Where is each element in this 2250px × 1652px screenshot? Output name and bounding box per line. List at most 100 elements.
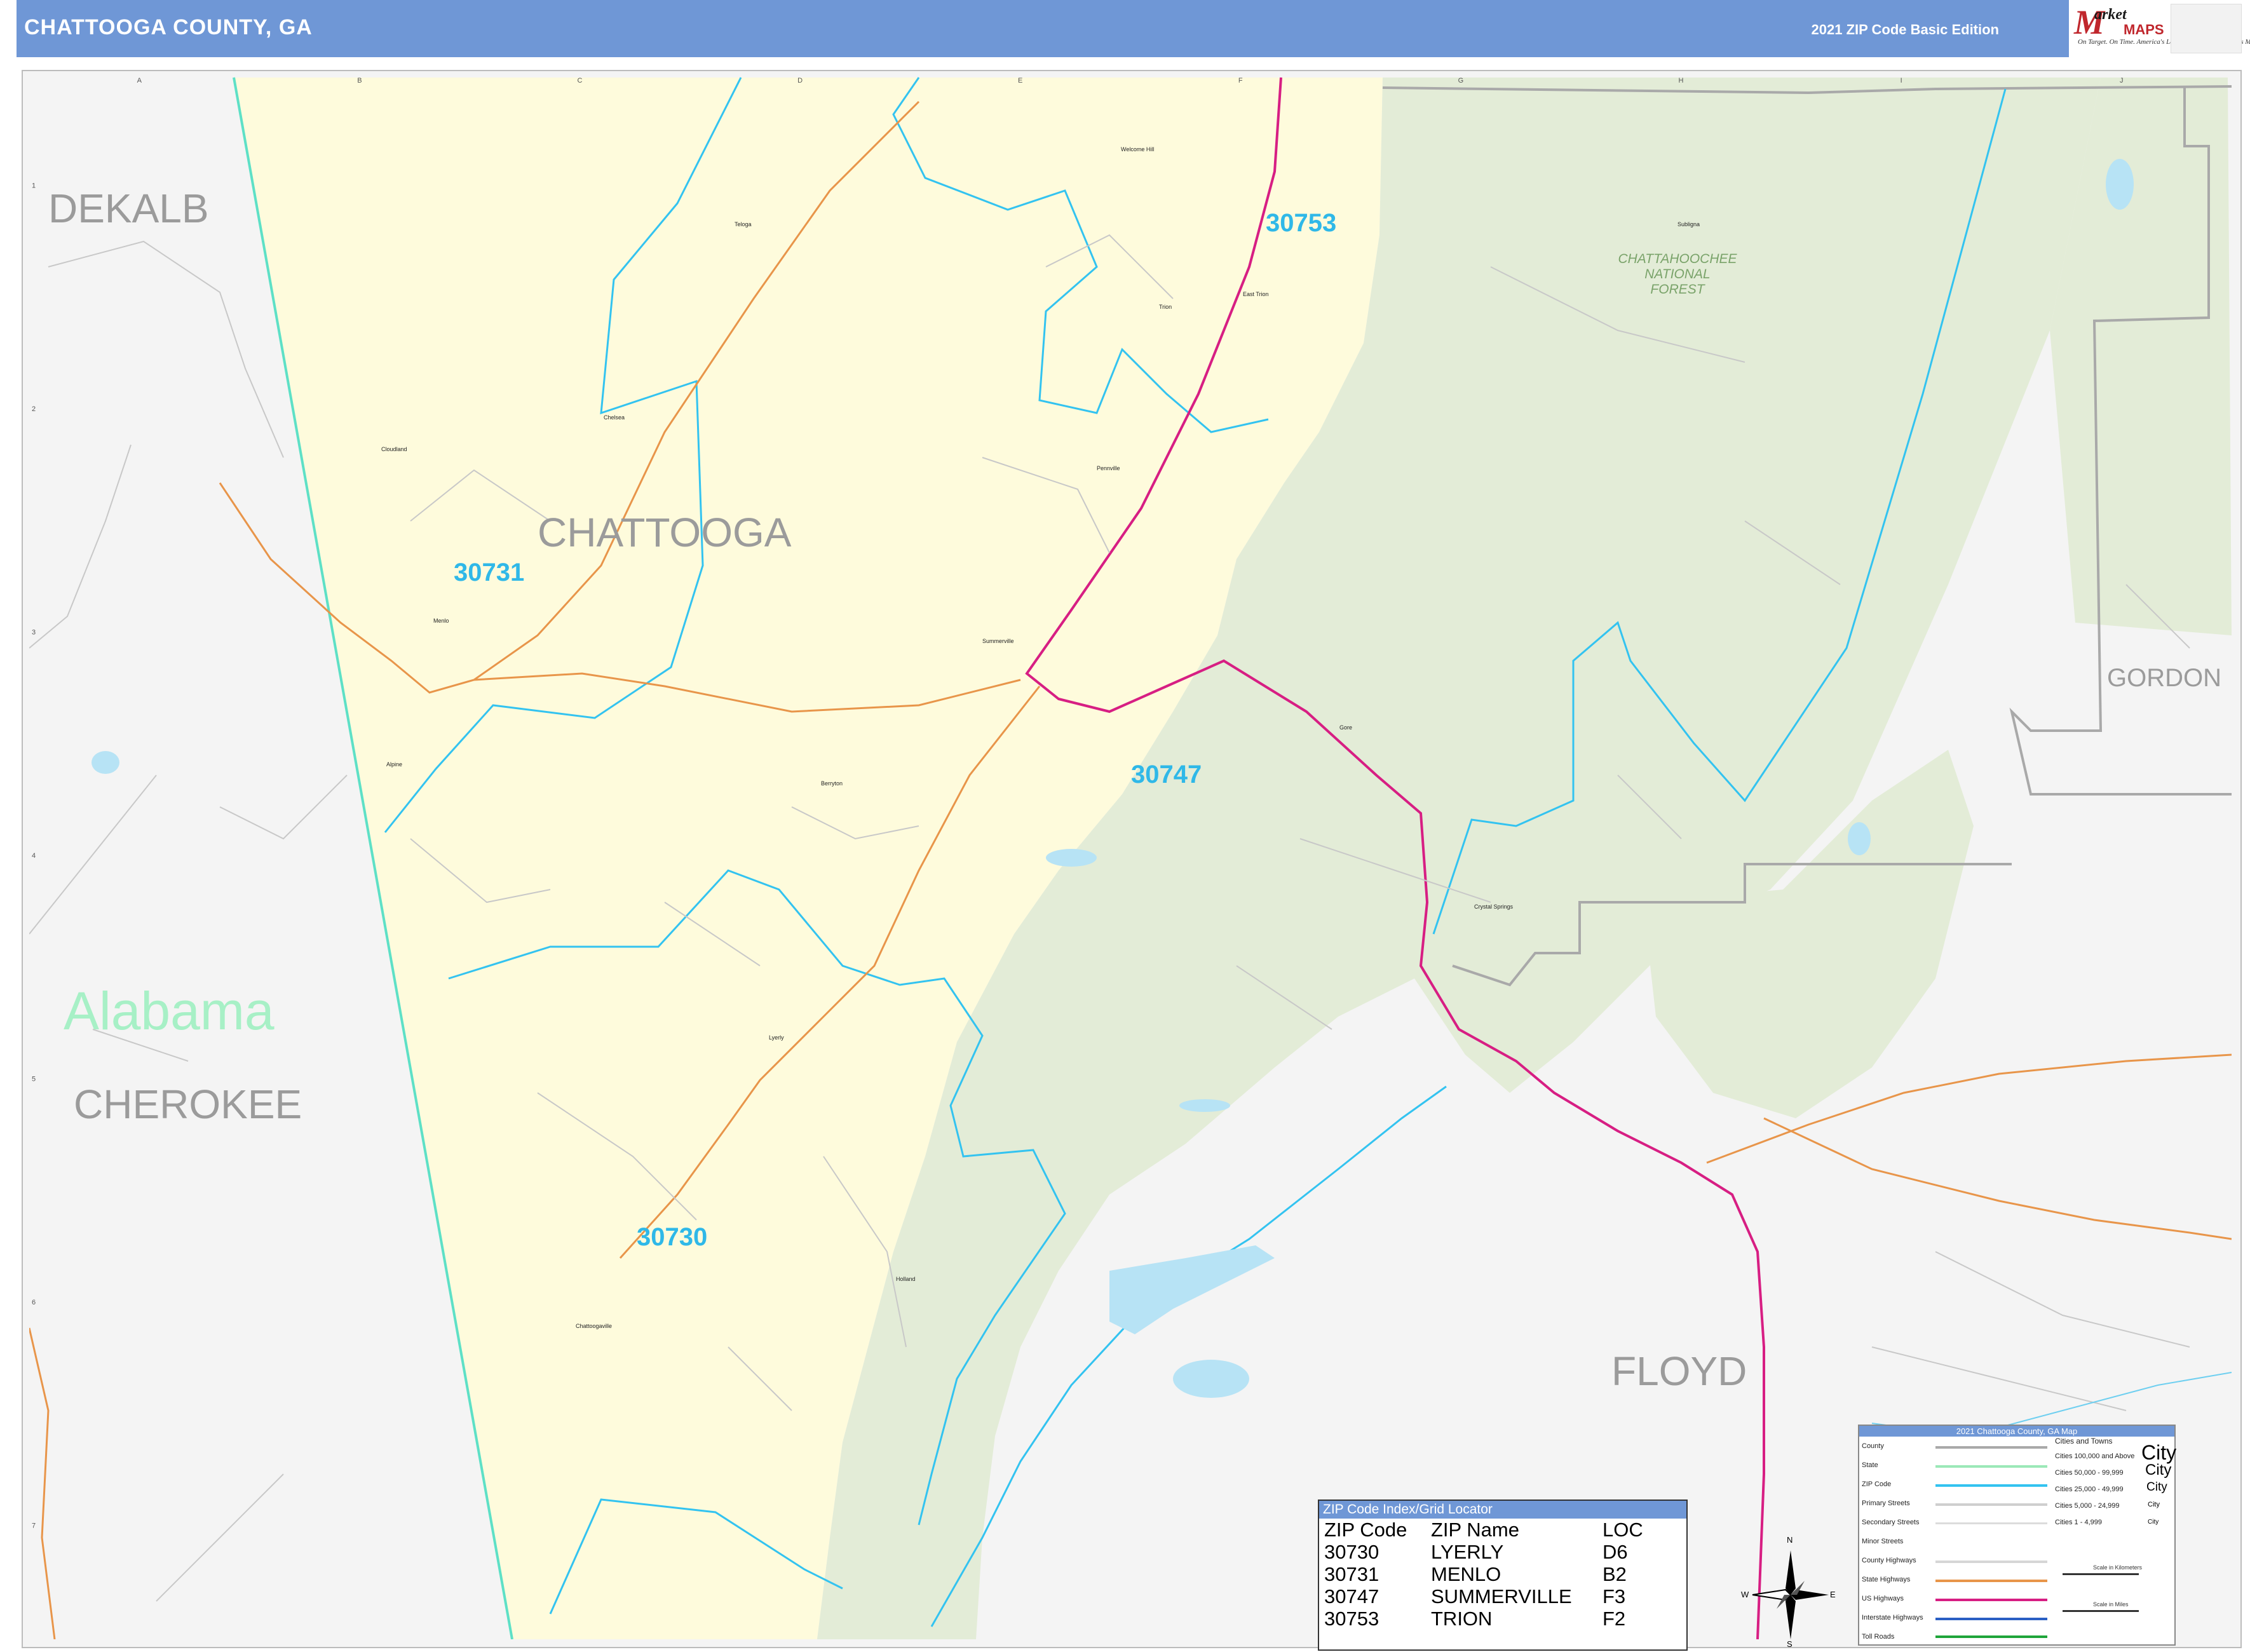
town-subligna: Subligna [1677,221,1700,227]
lake-large [1173,1360,1249,1398]
zip-code-cell: 30753 [1324,1608,1379,1630]
town-pennville: Pennville [1097,465,1120,471]
forest-label-line-3: FOREST [1650,282,1705,297]
legend-swatch-state-hwy [1935,1580,2047,1582]
zip-code-cell: 30730 [1324,1541,1379,1563]
legend-item-state-highways: State Highways [1862,1576,1911,1583]
legend-swatch-interstate [1935,1618,2047,1620]
town-alpine: Alpine [386,761,402,768]
legend-swatch-county-hwy [1935,1561,2047,1563]
grid-row-label: 7 [32,1522,36,1529]
zip-name-cell: SUMMERVILLE [1431,1585,1572,1608]
grid-column-label: D [797,77,803,85]
map-svg[interactable]: A B C D E F G H I J 1 2 3 4 5 6 7 DEKALB CHATTOOGA CHERO… [29,76,2232,1639]
legend-item-minor-streets: Minor Streets [1862,1538,1904,1545]
legend-item-county-highways: County Highways [1862,1557,1916,1564]
grid-column-label: C [578,77,583,85]
legend-city-sample-4: City [2148,1501,2160,1508]
scale-bar-mi [2063,1610,2139,1612]
legend-item-zip-code: ZIP Code [1862,1480,1892,1488]
town-trion: Trion [1159,304,1172,310]
town-teloga: Teloga [735,221,752,227]
county-label-floyd: FLOYD [1611,1348,1747,1394]
zip-loc-cell: D6 [1603,1541,1628,1563]
zip-label-30747: 30747 [1131,761,1202,789]
legend-swatch-primary [1935,1503,2047,1506]
legend-city-sample-2: City [2145,1461,2172,1479]
grid-row-label: 1 [32,182,36,190]
legend-scale-km: Scale in Kilometers [2093,1564,2143,1571]
compass-w: W [1741,1590,1749,1599]
logo-maps-text: MAPS [2124,22,2164,37]
legend-swatch-state [1935,1465,2047,1468]
lake-forest-east [1848,822,1871,855]
lake-pond [1046,849,1097,867]
legend-title: 2021 Chattooga County, GA Map [1859,1426,2174,1437]
legend-swatch-toll [1935,1635,2047,1638]
table-row[interactable]: 30753 TRION F2 [1322,1608,1646,1630]
legend-scale-mi: Scale in Miles [2093,1601,2129,1608]
scale-bar-km [2063,1573,2139,1575]
grid-row-label: 5 [32,1075,36,1083]
zip-loc-cell: F2 [1603,1608,1626,1630]
zip-index-col-zip: ZIP Code [1324,1519,1407,1541]
legend-item-primary-streets: Primary Streets [1862,1500,1910,1507]
town-holland: Holland [896,1276,916,1282]
zip-code-index-panel: ZIP Code Index/Grid Locator ZIP Code ZIP… [1318,1500,1688,1651]
zip-index-table: ZIP Code ZIP Name LOC 30730 LYERLY D6 30… [1322,1519,1646,1630]
compass-s: S [1787,1639,1793,1649]
zip-label-30753: 30753 [1266,209,1336,237]
town-chelsea: Chelsea [604,414,625,421]
map-title: CHATTOOGA COUNTY, GA [24,15,313,39]
grid-column-label: A [137,77,142,85]
legend-cities-title: Cities and Towns [2055,1437,2113,1446]
compass-rose: N S E W [1741,1535,1836,1649]
logo-market-text: arket [2094,6,2127,23]
county-label-dekalb: DEKALB [48,186,209,231]
town-gore: Gore [1339,724,1352,731]
county-label-gordon: GORDON [2107,664,2221,692]
zip-index-header-row: ZIP Code ZIP Name LOC [1322,1519,1646,1541]
table-row[interactable]: 30731 MENLO B2 [1322,1563,1646,1585]
compass-icon [1752,1550,1829,1639]
grid-row-label: 2 [32,405,36,413]
zip-name-cell: LYERLY [1431,1541,1504,1563]
county-label-cherokee: CHEROKEE [74,1081,302,1127]
compass-e: E [1830,1590,1836,1599]
legend-city-tier-3: Cities 25,000 - 49,999 [2055,1486,2124,1493]
town-welcome-hill: Welcome Hill [1121,146,1154,152]
zip-index-col-name: ZIP Name [1431,1519,1519,1541]
zip-label-30730: 30730 [637,1223,707,1251]
town-summerville: Summerville [982,638,1014,644]
map-legend: 2021 Chattooga County, GA Map County Sta… [1858,1425,2176,1646]
legend-city-tier-2: Cities 50,000 - 99,999 [2055,1469,2124,1477]
map-canvas[interactable]: A B C D E F G H I J 1 2 3 4 5 6 7 DEKALB CHATTOOGA CHERO… [29,76,2232,1639]
zip-loc-cell: F3 [1603,1585,1626,1608]
legend-item-county: County [1862,1442,1884,1450]
zip-code-cell: 30731 [1324,1563,1379,1585]
market-maps-logo[interactable]: M arket MAPS On Target. On Time. America… [2073,3,2250,52]
legend-swatch-secondary [1935,1522,2047,1524]
grid-column-label: J [2120,77,2124,85]
county-label-chattooga: CHATTOOGA [538,510,792,555]
grid-column-label: G [1458,77,1464,85]
table-row[interactable]: 30747 SUMMERVILLE F3 [1322,1585,1646,1608]
zip-loc-cell: B2 [1603,1563,1627,1585]
compass-n: N [1787,1535,1793,1545]
town-east-trion: East Trion [1243,291,1269,297]
town-lyerly: Lyerly [769,1034,784,1041]
legend-item-interstate-highways: Interstate Highways [1862,1614,1923,1622]
legend-item-us-highways: US Highways [1862,1595,1904,1602]
grid-column-label: F [1238,77,1243,85]
table-row[interactable]: 30730 LYERLY D6 [1322,1541,1646,1563]
town-chattoogaville: Chattoogaville [576,1323,612,1329]
legend-city-tier-5: Cities 1 - 4,999 [2055,1519,2102,1526]
edition-label: 2021 ZIP Code Basic Edition [1811,22,1999,37]
legend-city-tier-4: Cities 5,000 - 24,999 [2055,1502,2120,1510]
forest-label-line-2: NATIONAL [1644,267,1710,281]
legend-city-sample-5: City [2148,1519,2159,1526]
legend-city-sample-3: City [2146,1480,2167,1494]
grid-row-label: 4 [32,852,36,860]
legend-swatch-zip-code [1935,1484,2047,1487]
grid-row-label: 6 [32,1299,36,1306]
